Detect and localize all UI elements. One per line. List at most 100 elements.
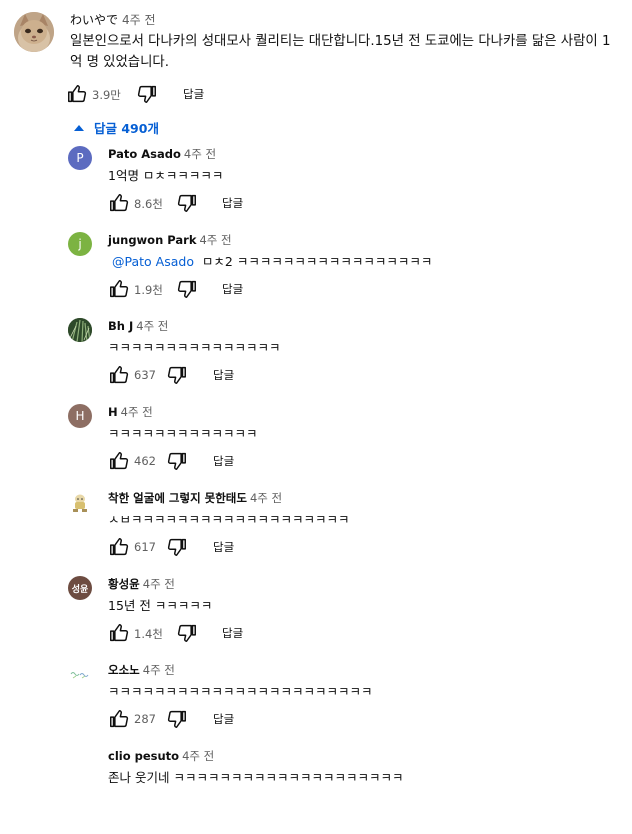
mention-link[interactable]: @Pato Asado: [112, 254, 194, 269]
reply-meta: Pato Asado 4주 전: [108, 146, 216, 162]
avatar[interactable]: P: [68, 146, 92, 170]
dislike-button[interactable]: [166, 708, 188, 730]
like-count: 462: [134, 454, 156, 468]
reply-body: ㅅㅂㅋㅋㅋㅋㅋㅋㅋㅋㅋㅋㅋㅋㅋㅋㅋㅋㅋㅋㅋ: [108, 512, 350, 527]
reply-button[interactable]: 답글: [183, 86, 204, 102]
reply-item: Bh J 4주 전 ㅋㅋㅋㅋㅋㅋㅋㅋㅋㅋㅋㅋㅋㅋㅋ 637 답글: [0, 318, 632, 404]
reply-author[interactable]: clio pesuto: [108, 749, 179, 763]
dislike-button[interactable]: [136, 83, 158, 105]
reply-time[interactable]: 4주 전: [184, 147, 216, 161]
reply-button[interactable]: 답글: [213, 367, 234, 383]
dislike-button[interactable]: [176, 622, 198, 644]
reply-text: ㅋㅋㅋㅋㅋㅋㅋㅋㅋㅋㅋㅋㅋㅋㅋ: [108, 337, 281, 356]
reply-item: 착한 얼굴에 그렇지 못한태도 4주 전 ㅅㅂㅋㅋㅋㅋㅋㅋㅋㅋㅋㅋㅋㅋㅋㅋㅋㅋㅋㅋㅋ…: [0, 490, 632, 576]
reply-button[interactable]: 답글: [222, 281, 243, 297]
thumbs-up-icon: [110, 280, 129, 298]
like-button[interactable]: [108, 536, 130, 558]
like-count: 287: [134, 712, 156, 726]
reply-meta: 오소노 4주 전: [108, 662, 175, 678]
like-button[interactable]: [108, 450, 130, 472]
like-button[interactable]: [108, 192, 130, 214]
like-count: 617: [134, 540, 156, 554]
avatar[interactable]: H: [68, 404, 92, 428]
reply-author[interactable]: H: [108, 405, 118, 419]
reply-actions: 637 답글: [108, 364, 408, 388]
dislike-button[interactable]: [166, 536, 188, 558]
comment-author[interactable]: わいやで: [70, 13, 118, 27]
like-button[interactable]: [108, 364, 130, 386]
reply-button[interactable]: 답글: [213, 711, 234, 727]
avatar[interactable]: j: [68, 232, 92, 256]
reply-author[interactable]: 오소노: [108, 663, 140, 677]
reply-actions: 8.6천 답글: [108, 192, 408, 216]
reply-button[interactable]: 답글: [213, 539, 234, 555]
comment-time[interactable]: 4주 전: [122, 13, 156, 27]
like-count: 1.4천: [134, 627, 163, 641]
reply-author[interactable]: 황성윤: [108, 577, 140, 591]
comment-text: 일본인으로서 다나카의 성대모사 퀄리티는 대단합니다.15년 전 도쿄에는 다…: [70, 34, 611, 70]
top-comment: わいやで 4주 전 일본인으로서 다나카의 성대모사 퀄리티는 대단합니다.15년…: [0, 0, 632, 110]
reply-author[interactable]: Pato Asado: [108, 147, 181, 161]
reply-meta: 착한 얼굴에 그렇지 못한태도 4주 전: [108, 490, 282, 506]
like-button[interactable]: [108, 622, 130, 644]
thumbs-down-icon: [167, 710, 186, 728]
avatar[interactable]: [68, 318, 92, 342]
reply-time[interactable]: 4주 전: [136, 319, 168, 333]
like-count: 3.9만: [92, 88, 121, 102]
comment-actions: 3.9만 답글: [66, 83, 366, 107]
avatar[interactable]: [14, 12, 54, 52]
reply-actions: 617 답글: [108, 536, 408, 560]
caret-up-icon: [74, 124, 84, 131]
replies-toggle[interactable]: 답글 490개: [74, 118, 159, 136]
reply-item: clio pesuto 4주 전 존나 웃기네 ㅋㅋㅋㅋㅋㅋㅋㅋㅋㅋㅋㅋㅋㅋㅋㅋㅋㅋ…: [0, 748, 632, 834]
reply-body: ㅋㅋㅋㅋㅋㅋㅋㅋㅋㅋㅋㅋㅋㅋㅋㅋㅋㅋㅋㅋㅋㅋㅋ: [108, 684, 373, 699]
thumbs-down-icon: [137, 85, 156, 103]
reply-time[interactable]: 4주 전: [143, 577, 175, 591]
like-button[interactable]: [66, 83, 88, 105]
thumbs-down-icon: [177, 280, 196, 298]
reply-button[interactable]: 답글: [222, 625, 243, 641]
reply-author[interactable]: jungwon Park: [108, 233, 196, 247]
reply-author[interactable]: Bh J: [108, 319, 133, 333]
reply-body: ㅋㅋㅋㅋㅋㅋㅋㅋㅋㅋㅋㅋㅋㅋㅋ: [108, 340, 281, 355]
like-button[interactable]: [108, 708, 130, 730]
comment-meta: わいやで 4주 전: [70, 11, 156, 28]
plant-avatar-icon: [68, 318, 92, 342]
dislike-button[interactable]: [176, 192, 198, 214]
avatar[interactable]: [68, 490, 92, 514]
avatar[interactable]: 성윤: [68, 576, 92, 600]
reply-item: 오소노 4주 전 ㅋㅋㅋㅋㅋㅋㅋㅋㅋㅋㅋㅋㅋㅋㅋㅋㅋㅋㅋㅋㅋㅋㅋ 287 답글: [0, 662, 632, 748]
reply-meta: H 4주 전: [108, 404, 153, 420]
reply-time[interactable]: 4주 전: [143, 663, 175, 677]
reply-time[interactable]: 4주 전: [250, 491, 282, 505]
like-count: 8.6천: [134, 197, 163, 211]
reply-meta: clio pesuto 4주 전: [108, 748, 214, 764]
reply-time[interactable]: 4주 전: [182, 749, 214, 763]
reply-actions: 1.4천 답글: [108, 622, 408, 646]
thumbs-up-icon: [110, 710, 129, 728]
thumbs-down-icon: [177, 624, 196, 642]
reply-button[interactable]: 답글: [213, 453, 234, 469]
like-button[interactable]: [108, 278, 130, 300]
avatar-letter: H: [75, 409, 85, 423]
reply-body: 15년 전 ㅋㅋㅋㅋㅋ: [108, 598, 213, 613]
reply-meta: jungwon Park 4주 전: [108, 232, 232, 248]
avatar-letter: 성윤: [71, 585, 89, 595]
dislike-button[interactable]: [166, 364, 188, 386]
thumbs-up-icon: [68, 85, 87, 103]
reply-time[interactable]: 4주 전: [199, 233, 231, 247]
reply-text: ㅅㅂㅋㅋㅋㅋㅋㅋㅋㅋㅋㅋㅋㅋㅋㅋㅋㅋㅋㅋㅋ: [108, 509, 350, 528]
reply-item: P Pato Asado 4주 전 1억명 ㅁㅊㅋㅋㅋㅋㅋ 8.6천 답글: [0, 146, 632, 232]
avatar-letter: j: [78, 237, 82, 251]
reply-button[interactable]: 답글: [222, 195, 243, 211]
reply-time[interactable]: 4주 전: [121, 405, 153, 419]
reply-text: ㅋㅋㅋㅋㅋㅋㅋㅋㅋㅋㅋㅋㅋㅋㅋㅋㅋㅋㅋㅋㅋㅋㅋ: [108, 681, 373, 700]
thumbs-down-icon: [167, 452, 186, 470]
dislike-button[interactable]: [166, 450, 188, 472]
reply-text: @Pato Asado ㅁㅊ2 ㅋㅋㅋㅋㅋㅋㅋㅋㅋㅋㅋㅋㅋㅋㅋㅋㅋ: [112, 251, 432, 270]
reply-author[interactable]: 착한 얼굴에 그렇지 못한태도: [108, 491, 247, 505]
thumbs-up-icon: [110, 452, 129, 470]
dislike-button[interactable]: [176, 278, 198, 300]
thumbs-up-icon: [110, 194, 129, 212]
avatar[interactable]: [68, 662, 92, 686]
